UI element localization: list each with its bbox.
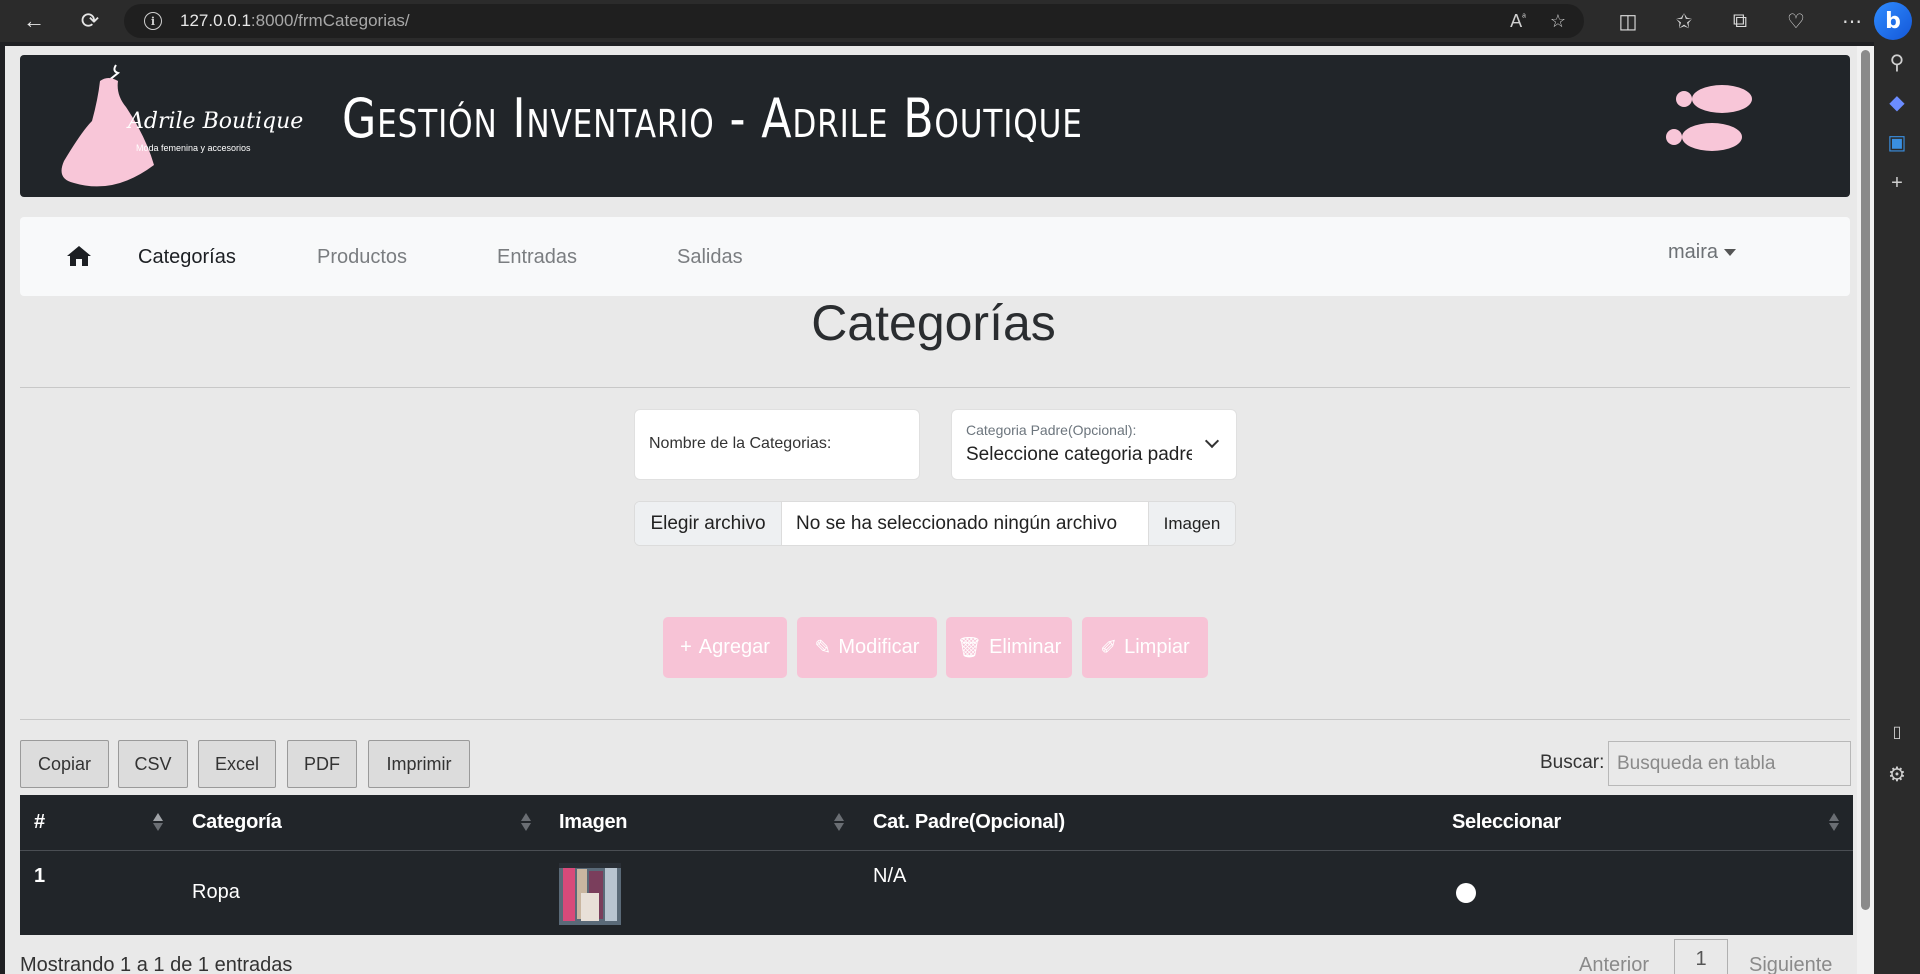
trash-icon: 🗑	[956, 637, 983, 659]
pagination-page[interactable]: 1	[1674, 939, 1728, 974]
search-label: Buscar:	[1540, 752, 1605, 773]
main-navbar: Categorías Productos Entradas Salidas ma…	[20, 217, 1850, 296]
sort-icon[interactable]	[834, 811, 844, 833]
caret-down-icon	[1724, 249, 1737, 257]
table-row[interactable]: 1 Ropa N/A	[20, 851, 1853, 935]
plus-icon: +	[680, 636, 692, 658]
column-header-category[interactable]: Categoría	[192, 811, 282, 834]
site-info-icon[interactable]: i	[144, 12, 162, 30]
row-category: Ropa	[192, 881, 240, 903]
divider	[20, 387, 1850, 388]
user-menu[interactable]: maira	[1668, 241, 1737, 264]
delete-button[interactable]: 🗑 Eliminar	[946, 617, 1072, 678]
broom-icon: ✐	[1100, 637, 1118, 659]
favorites-icon[interactable]: ✩	[1656, 9, 1712, 34]
page-title: Categorías	[811, 295, 1056, 351]
scrollbar-thumb[interactable]	[1861, 50, 1870, 910]
chevron-down-icon	[1204, 433, 1220, 449]
health-icon[interactable]: ♡	[1768, 9, 1824, 34]
categories-table: # Categoría Imagen Cat. Padre(Opcional) …	[20, 795, 1853, 935]
header-banner: Adrile Boutique Moda femenina y accesori…	[20, 55, 1850, 197]
row-parent: N/A	[873, 865, 907, 887]
sidebar-search-icon[interactable]: ⚲	[1874, 50, 1920, 75]
row-id: 1	[34, 865, 46, 887]
category-name-label: Nombre de la Categorias:	[649, 435, 832, 452]
bing-copilot-icon[interactable]: b	[1874, 2, 1912, 40]
footprints-icon	[1666, 85, 1752, 151]
copy-button[interactable]: Copiar	[20, 740, 109, 788]
add-button[interactable]: + Agregar	[663, 617, 787, 678]
table-header: # Categoría Imagen Cat. Padre(Opcional) …	[20, 795, 1853, 851]
modify-button[interactable]: ✎ Modificar	[797, 617, 937, 678]
table-info: Mostrando 1 a 1 de 1 entradas	[20, 954, 293, 974]
parent-category-select[interactable]: Categoria Padre(Opcional): Seleccione ca…	[951, 409, 1237, 480]
parent-category-label: Categoria Padre(Opcional):	[966, 422, 1137, 438]
address-bar[interactable]: i 127.0.0.1:8000/frmCategorias/ Aᵃ ☆	[124, 4, 1584, 38]
more-menu-icon[interactable]: ⋯	[1824, 9, 1880, 34]
pagination-prev[interactable]: Anterior	[1579, 954, 1649, 974]
logo-tagline: Moda femenina y accesorios	[136, 143, 251, 153]
reload-icon[interactable]: ⟳	[70, 4, 110, 38]
split-screen-icon[interactable]: ◫	[1600, 9, 1656, 34]
category-thumbnail	[559, 863, 621, 925]
sidebar-panel-icon[interactable]: ▯	[1874, 722, 1920, 742]
sidebar-settings-icon[interactable]: ⚙	[1874, 762, 1920, 787]
file-upload-group: Elegir archivo No se ha seleccionado nin…	[634, 501, 1236, 546]
logo-name: Adrile Boutique	[128, 109, 304, 134]
row-select-radio[interactable]	[1456, 883, 1476, 903]
column-header-parent: Cat. Padre(Opcional)	[873, 811, 1065, 833]
sort-icon[interactable]	[1829, 811, 1839, 833]
column-header-select[interactable]: Seleccionar	[1452, 811, 1561, 834]
file-status-text: No se ha seleccionado ningún archivo	[796, 512, 1118, 534]
edge-sidebar: ⚲ ◆ ▣ + ▯ ⚙	[1874, 42, 1920, 974]
sidebar-copilot-icon[interactable]: ◆	[1874, 90, 1920, 115]
divider	[20, 719, 1850, 720]
nav-item-productos[interactable]: Productos	[317, 246, 407, 269]
sidebar-add-icon[interactable]: +	[1874, 172, 1920, 195]
page-viewport: Adrile Boutique Moda femenina y accesori…	[5, 46, 1862, 974]
excel-button[interactable]: Excel	[198, 740, 276, 788]
sidebar-outlook-icon[interactable]: ▣	[1874, 130, 1920, 155]
print-button[interactable]: Imprimir	[368, 740, 470, 788]
url-text: 127.0.0.1:8000/frmCategorias/	[180, 11, 410, 30]
csv-button[interactable]: CSV	[118, 740, 188, 788]
sort-asc-icon[interactable]	[153, 811, 163, 833]
nav-item-entradas[interactable]: Entradas	[497, 246, 577, 269]
browser-extensions: ◫ ✩ ⧉ ♡ ⋯	[1600, 4, 1880, 38]
read-aloud-icon[interactable]: Aᵃ	[1510, 11, 1526, 32]
user-name: maira	[1668, 241, 1719, 263]
clear-button[interactable]: ✐ Limpiar	[1082, 617, 1208, 678]
parent-category-value: Seleccione categoria padre	[966, 444, 1192, 465]
banner-title: Gestión Inventario - Adrile Boutique	[342, 87, 1083, 150]
collections-icon[interactable]: ⧉	[1712, 10, 1768, 33]
search-input[interactable]: Busqueda en tabla	[1608, 741, 1851, 786]
column-header-id[interactable]: #	[34, 811, 45, 834]
home-icon[interactable]	[66, 245, 92, 267]
pagination-next[interactable]: Siguiente	[1749, 954, 1832, 974]
page-scrollbar[interactable]	[1857, 46, 1874, 974]
sort-icon[interactable]	[521, 811, 531, 833]
favorite-star-icon[interactable]: ☆	[1550, 11, 1566, 32]
pdf-button[interactable]: PDF	[287, 740, 357, 788]
nav-item-salidas[interactable]: Salidas	[677, 246, 743, 269]
back-icon[interactable]: ←	[14, 4, 54, 38]
column-header-image[interactable]: Imagen	[559, 811, 628, 834]
image-addon-label: Imagen	[1148, 502, 1235, 545]
category-name-field[interactable]: Nombre de la Categorias:	[634, 409, 920, 480]
nav-item-categorias[interactable]: Categorías	[138, 246, 236, 269]
choose-file-button[interactable]: Elegir archivo	[635, 502, 782, 545]
edit-icon: ✎	[814, 637, 832, 659]
